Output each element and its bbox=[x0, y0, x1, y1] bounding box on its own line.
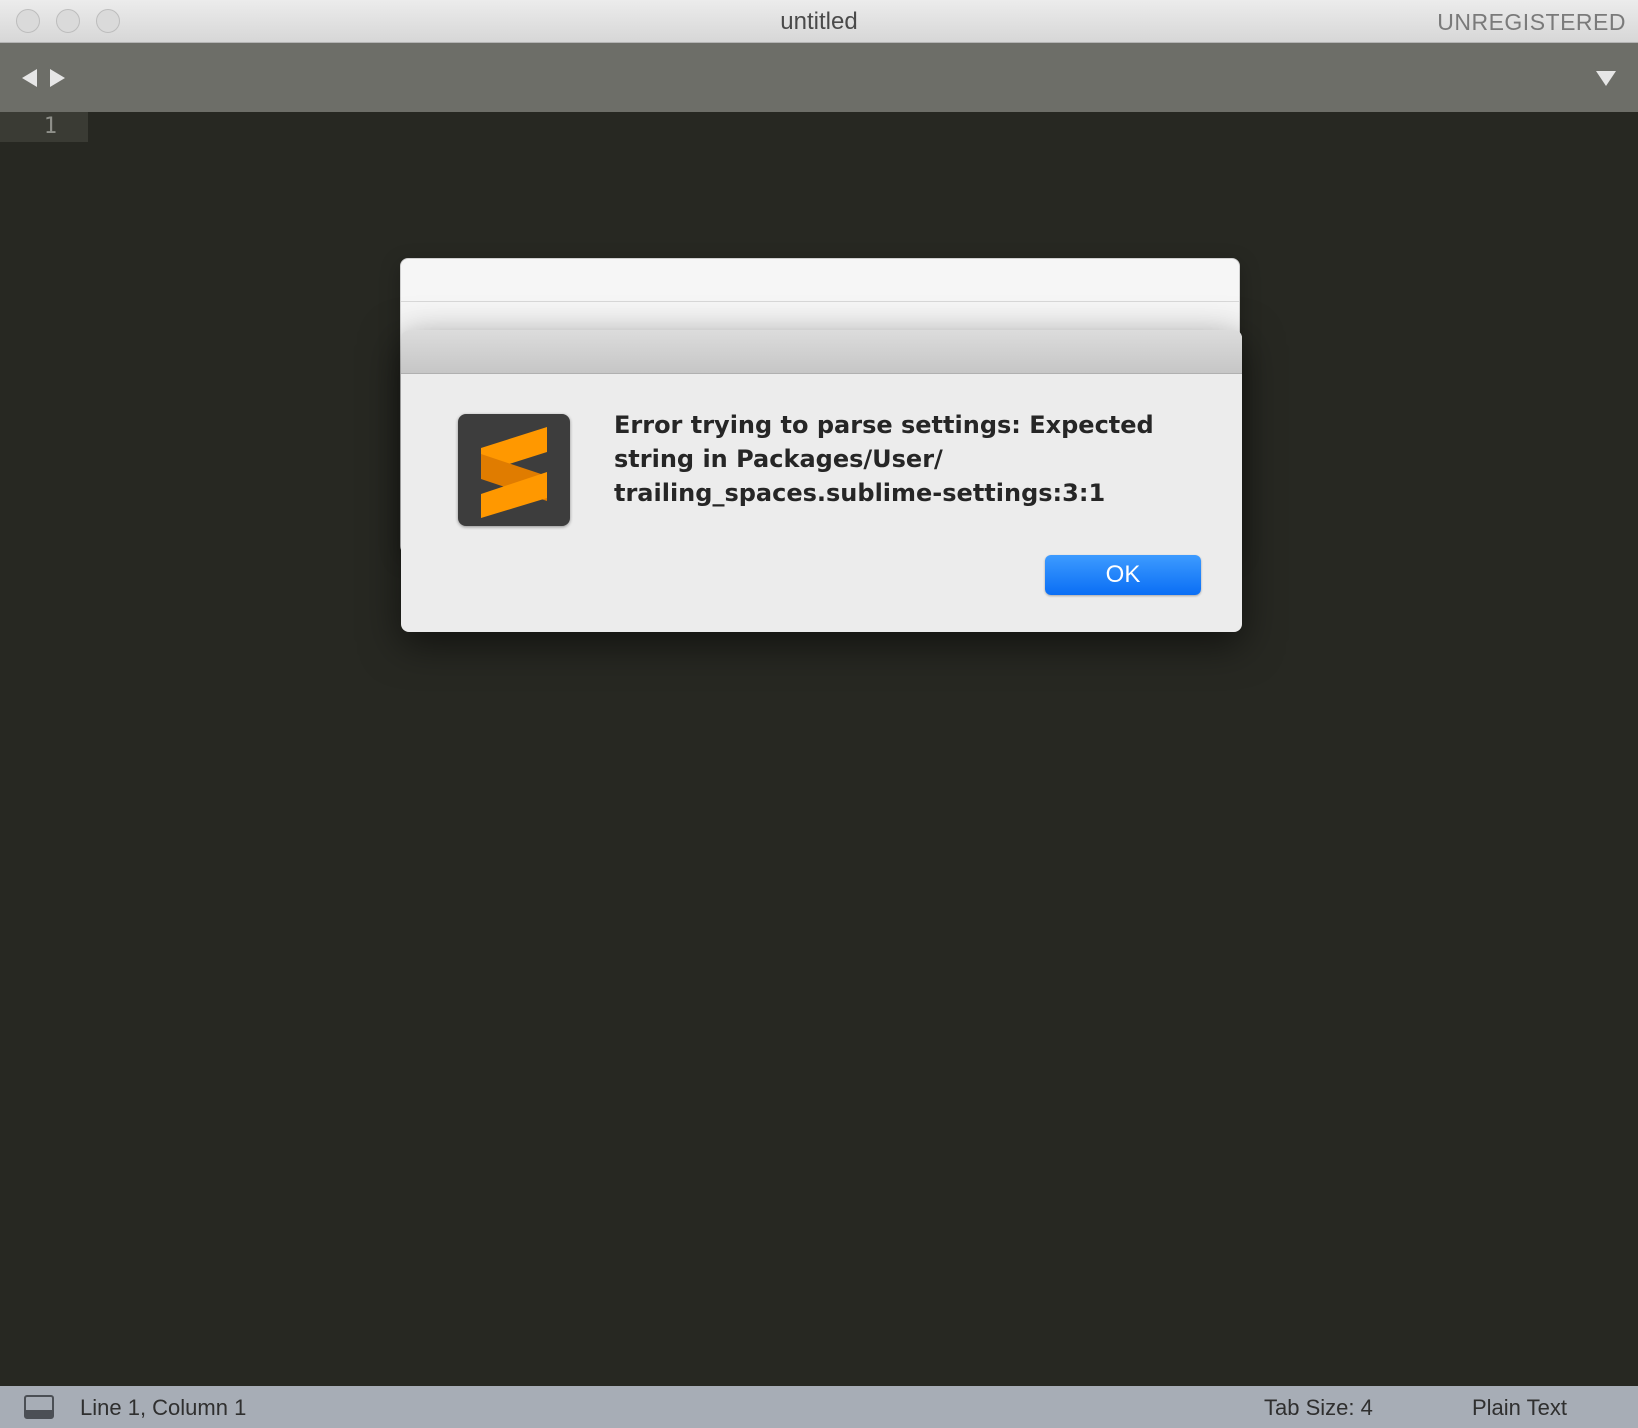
sheet-divider bbox=[401, 301, 1239, 302]
error-message-line: Error trying to parse settings: Expected bbox=[614, 411, 1154, 439]
tab-list-dropdown-icon[interactable] bbox=[1596, 71, 1616, 86]
ok-button[interactable]: OK bbox=[1045, 555, 1201, 595]
tab-size-selector[interactable]: Tab Size: 4 bbox=[1264, 1395, 1373, 1421]
status-bar: Line 1, Column 1 Tab Size: 4 Plain Text bbox=[0, 1386, 1638, 1428]
cursor-position: Line 1, Column 1 bbox=[80, 1395, 247, 1420]
title-bar: untitled UNREGISTERED bbox=[0, 0, 1638, 43]
tab-bar bbox=[0, 43, 1638, 112]
next-tab-arrow-icon[interactable] bbox=[50, 69, 65, 87]
line-number: 1 bbox=[43, 114, 57, 139]
window-title: untitled bbox=[780, 8, 858, 35]
registration-status: UNREGISTERED bbox=[1437, 9, 1626, 35]
line-number-gutter: 1 bbox=[0, 112, 88, 142]
dialog-header bbox=[401, 330, 1242, 374]
syntax-selector[interactable]: Plain Text bbox=[1472, 1395, 1567, 1421]
error-message-line: string in Packages/User/ bbox=[614, 445, 943, 473]
panel-toggle-icon[interactable] bbox=[24, 1395, 54, 1419]
sublime-text-logo-icon bbox=[458, 414, 570, 526]
error-dialog: Error trying to parse settings: Expected… bbox=[401, 330, 1242, 632]
previous-tab-arrow-icon[interactable] bbox=[22, 69, 37, 87]
error-message-line: trailing_spaces.sublime-settings:3:1 bbox=[614, 479, 1106, 507]
error-message: Error trying to parse settings: Expected… bbox=[614, 408, 1194, 510]
